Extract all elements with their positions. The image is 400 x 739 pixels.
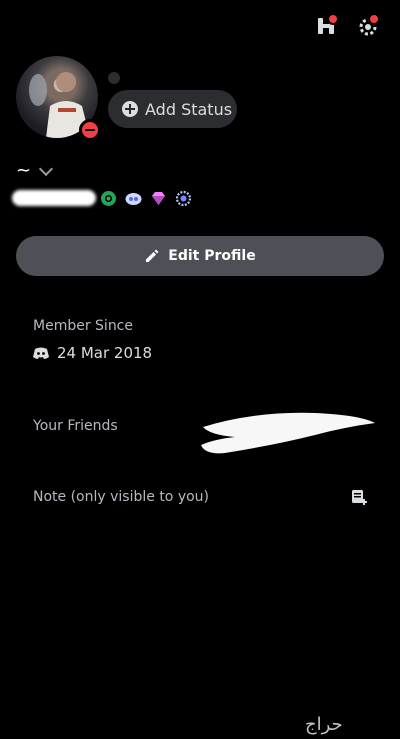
add-status-label: Add Status bbox=[145, 99, 233, 119]
member-since-value: 24 Mar 2018 bbox=[33, 344, 152, 362]
username-redacted bbox=[12, 190, 96, 206]
add-note-icon[interactable] bbox=[350, 488, 368, 506]
note-label: Note (only visible to you) bbox=[33, 489, 210, 505]
nitro-icon[interactable] bbox=[315, 13, 339, 38]
gem-badge[interactable] bbox=[150, 190, 167, 207]
chevron-down-icon bbox=[39, 161, 54, 176]
dnd-status-indicator[interactable] bbox=[79, 119, 101, 141]
notification-dot bbox=[327, 13, 339, 25]
member-since-date: 24 Mar 2018 bbox=[57, 344, 153, 362]
edit-profile-label: Edit Profile bbox=[168, 248, 256, 264]
laurel-badge[interactable] bbox=[175, 190, 192, 207]
nitro-boost-badge[interactable] bbox=[100, 190, 117, 207]
friends-redacted[interactable] bbox=[195, 405, 380, 457]
display-name-row[interactable]: ~ bbox=[16, 160, 54, 181]
pencil-icon bbox=[146, 249, 159, 262]
hypesquad-badge[interactable] bbox=[125, 190, 142, 207]
plus-icon bbox=[122, 101, 138, 117]
watermark-logo: حراج bbox=[305, 714, 343, 735]
display-name: ~ bbox=[16, 160, 32, 181]
add-status-button[interactable]: Add Status bbox=[108, 90, 237, 128]
edit-profile-button[interactable]: Edit Profile bbox=[16, 236, 384, 276]
member-since-label: Member Since bbox=[33, 318, 133, 334]
status-bubble-decor bbox=[108, 72, 120, 84]
your-friends-label: Your Friends bbox=[33, 418, 118, 434]
discord-logo-icon bbox=[33, 347, 49, 359]
settings-icon[interactable] bbox=[356, 13, 380, 38]
notification-dot bbox=[368, 13, 380, 25]
badge-list bbox=[100, 190, 192, 207]
